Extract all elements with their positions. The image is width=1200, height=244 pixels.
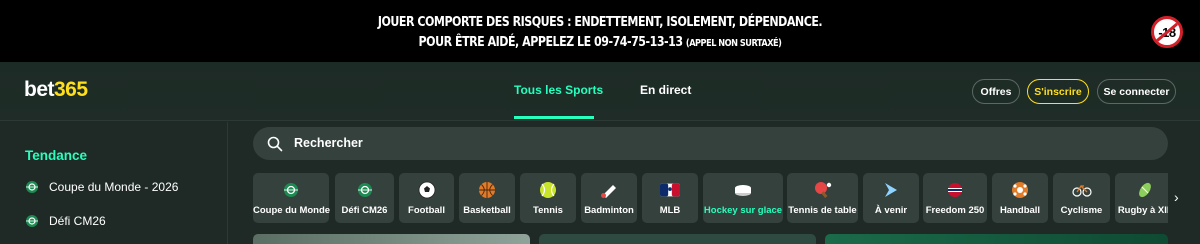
age-restriction-icon: -18 — [1151, 16, 1183, 48]
sport-tile-basketball[interactable]: Basketball — [459, 173, 515, 223]
offers-button[interactable]: Offres — [972, 79, 1020, 104]
sport-tile-handball[interactable]: Handball — [992, 173, 1048, 223]
logo-part-2: 365 — [54, 78, 88, 101]
chevron-right-icon[interactable]: › — [1174, 189, 1179, 205]
sport-label: Freedom 250 — [925, 205, 985, 216]
register-button[interactable]: S'inscrire — [1027, 79, 1089, 104]
sport-label: Badminton — [584, 205, 634, 216]
basketball-icon — [479, 182, 495, 198]
sport-tile-defi-cm26[interactable]: Défi CM26 — [335, 173, 394, 223]
tab-all-sports[interactable]: Tous les Sports — [514, 83, 603, 97]
sport-tile-rugby[interactable]: Rugby à XIII — [1115, 173, 1168, 223]
warning-text: JOUER COMPORTE DES RISQUES : ENDETTEMENT… — [108, 12, 1092, 54]
logo-part-1: bet — [24, 78, 55, 101]
world-cup-icon — [26, 181, 38, 193]
sport-tile-mlb[interactable]: MLB — [642, 173, 698, 223]
sport-tile-cycling[interactable]: Cyclisme — [1053, 173, 1110, 223]
sport-tile-upcoming[interactable]: À venir — [863, 173, 919, 223]
sport-tile-tennis[interactable]: Tennis — [520, 173, 576, 223]
sport-label: Hockey sur glace — [703, 205, 783, 216]
freedom-250-icon — [948, 183, 962, 197]
bet365-logo[interactable]: bet365 — [24, 78, 88, 102]
top-header: bet365 Tous les Sports En direct Offres … — [0, 62, 1200, 121]
sport-tile-freedom-250[interactable]: Freedom 250 — [923, 173, 987, 223]
cycling-icon — [1071, 184, 1092, 197]
sport-label: Tennis de table — [788, 205, 857, 216]
sport-label: Coupe du Monde — [253, 205, 331, 216]
mlb-icon — [660, 183, 680, 197]
promo-card[interactable] — [825, 234, 1168, 244]
sport-label: Cyclisme — [1060, 205, 1103, 216]
search-placeholder: Rechercher — [294, 136, 363, 150]
gambling-warning-banner: JOUER COMPORTE DES RISQUES : ENDETTEMENT… — [0, 0, 1200, 62]
promo-card[interactable] — [539, 234, 816, 244]
sport-label: Football — [408, 205, 445, 216]
sport-label: Défi CM26 — [341, 205, 388, 216]
table-tennis-icon — [814, 182, 831, 198]
warning-line-1: JOUER COMPORTE DES RISQUES : ENDETTEMENT… — [377, 14, 823, 30]
sport-label: Basketball — [463, 205, 511, 216]
warning-phone: POUR ÊTRE AIDÉ, APPELEZ LE 09-74-75-13-1… — [418, 34, 683, 50]
sports-carousel: Coupe du Monde Défi CM26 Football Basket… — [253, 173, 1168, 223]
login-button[interactable]: Se connecter — [1097, 79, 1176, 104]
sport-label: Rugby à XIII — [1117, 205, 1168, 216]
sport-tile-football[interactable]: Football — [399, 173, 454, 223]
sport-label: Tennis — [533, 205, 563, 216]
active-tab-indicator — [514, 116, 594, 119]
sidebar-title: Tendance — [25, 148, 88, 163]
search-icon — [267, 136, 283, 152]
sidebar-item-label: Défi CM26 — [49, 214, 106, 228]
sport-tile-table-tennis[interactable]: Tennis de table — [787, 173, 858, 223]
sport-label: À venir — [874, 205, 908, 216]
warning-line-2: POUR ÊTRE AIDÉ, APPELEZ LE 09-74-75-13-1… — [108, 32, 1092, 54]
football-icon — [418, 181, 435, 199]
age-badge-label: -18 — [1158, 24, 1176, 40]
sport-tile-badminton[interactable]: Badminton — [581, 173, 637, 223]
sport-tile-ice-hockey[interactable]: Hockey sur glace — [703, 173, 783, 223]
sidebar-item-label: Coupe du Monde - 2026 — [49, 180, 179, 194]
promo-card[interactable] — [253, 234, 530, 244]
search-input[interactable]: Rechercher — [253, 127, 1168, 160]
sidebar: Tendance Coupe du Monde - 2026 Défi CM26 — [0, 122, 228, 244]
sidebar-item-defi-cm26[interactable]: Défi CM26 — [25, 214, 106, 228]
world-cup-icon — [284, 183, 298, 197]
sport-label: MLB — [659, 205, 681, 216]
warning-note: (APPEL NON SURTAXÉ) — [685, 38, 782, 49]
rugby-icon — [1139, 182, 1151, 198]
badminton-icon — [601, 185, 616, 198]
world-cup-icon — [26, 215, 38, 227]
sport-label: Handball — [999, 205, 1041, 216]
handball-icon — [1012, 182, 1028, 198]
tennis-icon — [540, 182, 556, 198]
world-cup-icon — [357, 183, 372, 197]
tab-live[interactable]: En direct — [640, 83, 691, 97]
sport-tile-world-cup[interactable]: Coupe du Monde — [253, 173, 331, 223]
upcoming-icon — [885, 183, 897, 197]
sidebar-item-world-cup[interactable]: Coupe du Monde - 2026 — [25, 180, 178, 194]
ice-hockey-icon — [735, 185, 751, 196]
